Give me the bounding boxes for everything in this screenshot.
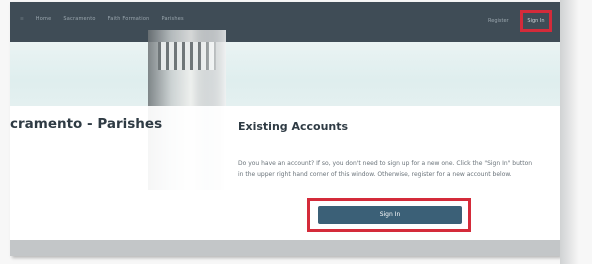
nav-link-home[interactable]: Home [36, 16, 52, 22]
nav-link-parishes[interactable]: Parishes [161, 16, 183, 22]
top-navigation-bar: ☰ Home Sacramento Faith Formation Parish… [10, 2, 560, 42]
hero-banner [10, 42, 560, 106]
footer-band [10, 240, 560, 256]
sign-in-button[interactable]: Sign In [318, 206, 462, 224]
existing-accounts-description: Do you have an account? If so, you don't… [238, 160, 533, 178]
register-link[interactable]: Register [488, 18, 509, 24]
nav-sign-in-link[interactable]: Sign In [520, 10, 552, 32]
nav-link-sacramento[interactable]: Sacramento [63, 16, 95, 22]
browser-screen: ☰ Home Sacramento Faith Formation Parish… [10, 2, 560, 256]
nav-link-faith-formation[interactable]: Faith Formation [108, 16, 150, 22]
existing-accounts-heading: Existing Accounts [238, 120, 349, 133]
menu-icon[interactable]: ☰ [20, 16, 24, 22]
page-title: cramento - Parishes [10, 116, 163, 132]
nav-links: ☰ Home Sacramento Faith Formation Parish… [20, 16, 184, 22]
page-edge-shadow [560, 0, 592, 264]
